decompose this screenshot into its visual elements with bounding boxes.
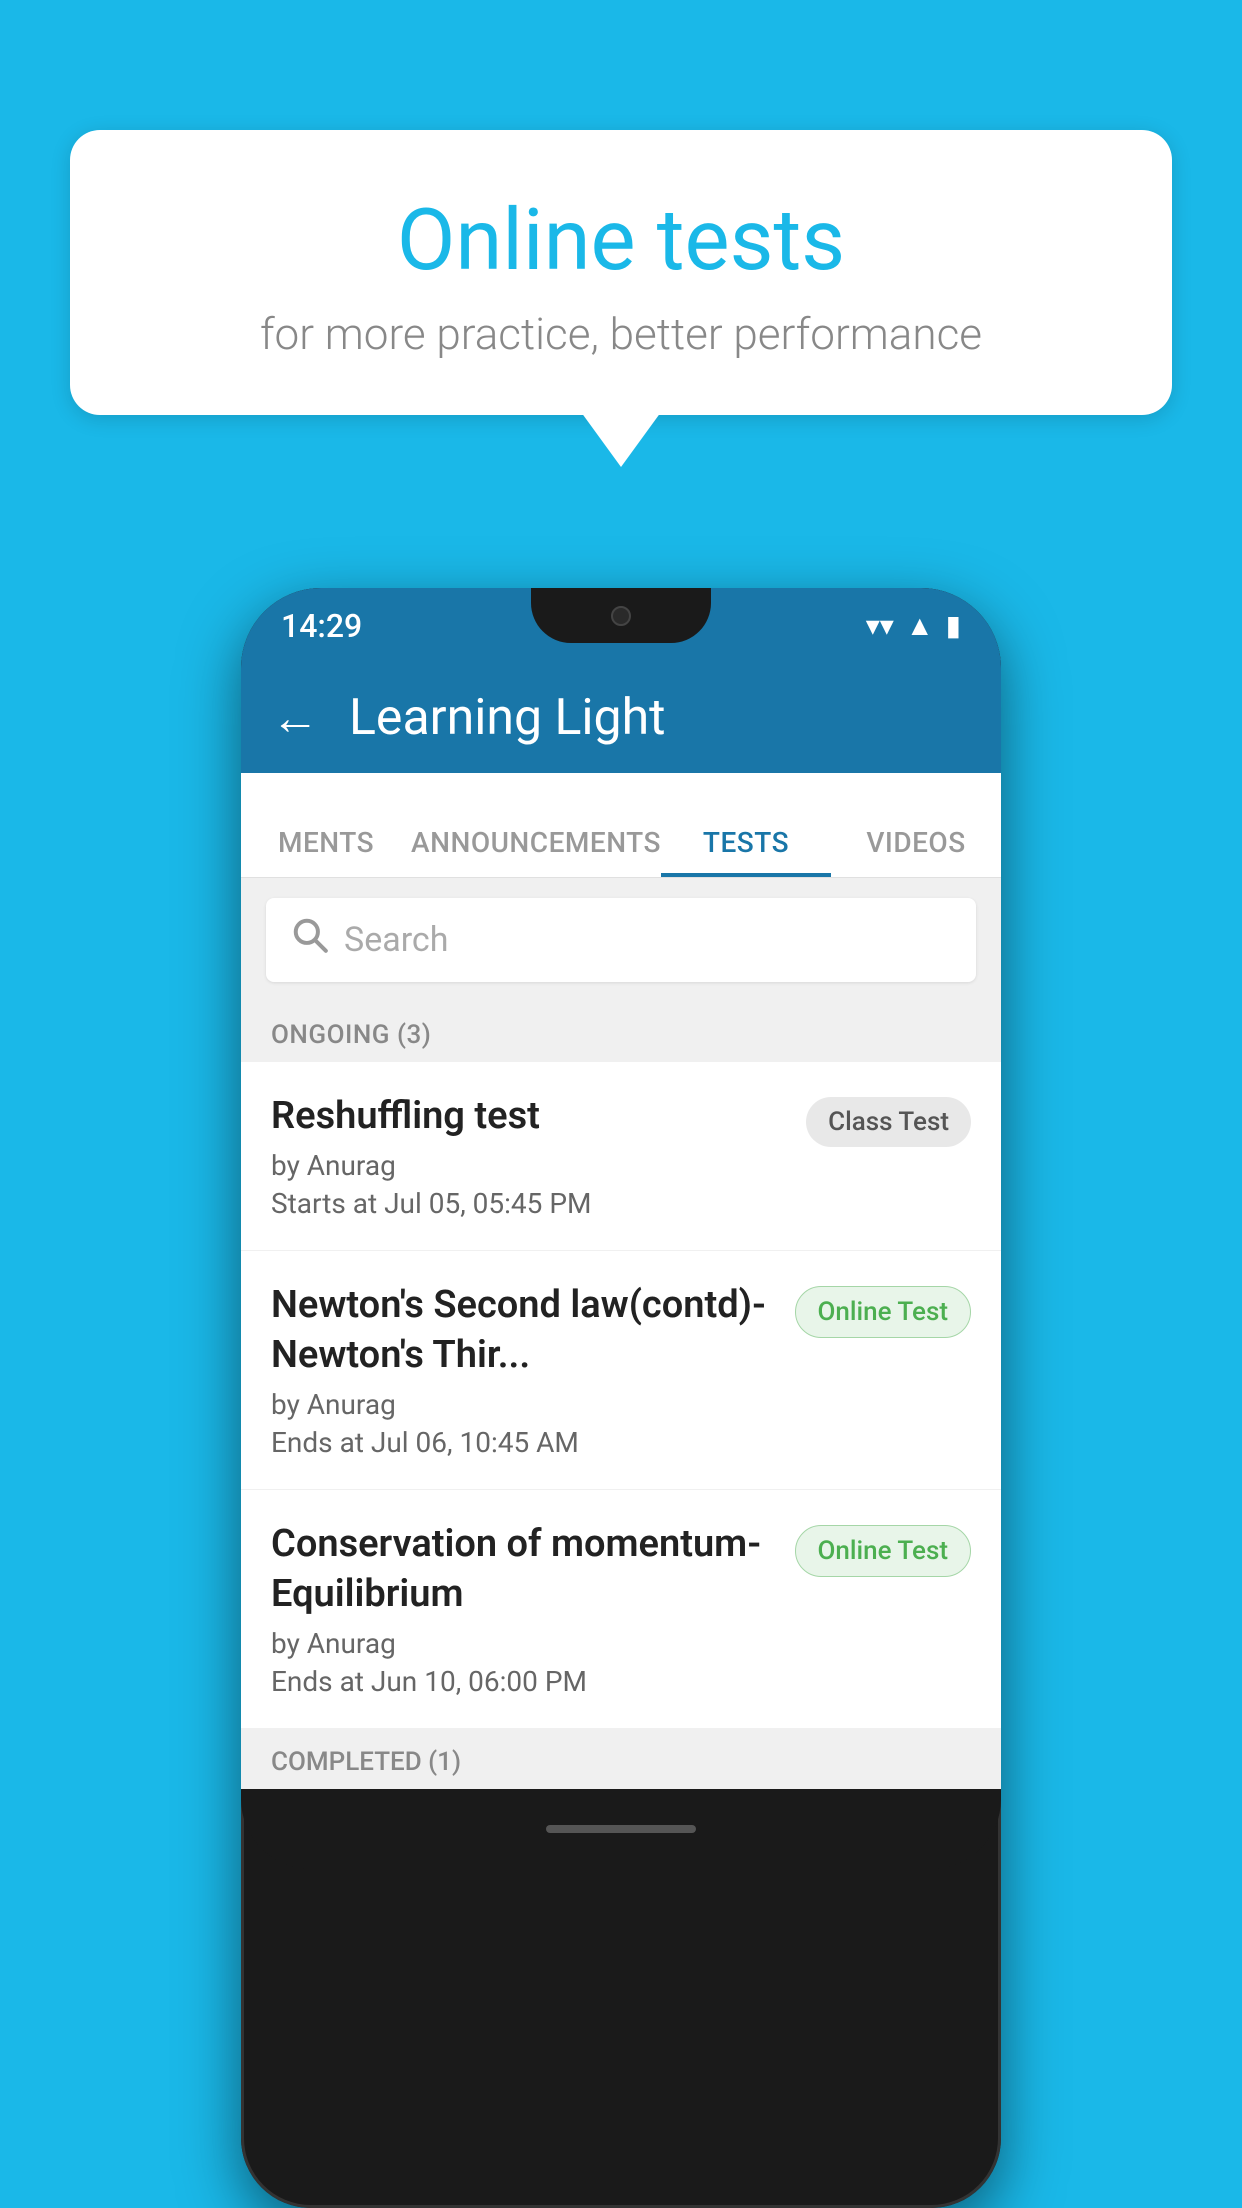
phone-container: 14:29 ▾▾ ▲ ▮ ← Learning Light MENTS [241, 588, 1001, 2208]
phone-bottom [241, 1789, 1001, 1869]
notch [531, 588, 711, 643]
search-bar[interactable]: Search [266, 898, 976, 982]
signal-icon: ▲ [906, 609, 934, 642]
phone-frame: 14:29 ▾▾ ▲ ▮ ← Learning Light MENTS [241, 588, 1001, 2208]
search-placeholder: Search [344, 920, 448, 960]
search-icon [291, 916, 329, 964]
test-info-1: Reshuffling test by Anurag Starts at Jul… [271, 1092, 806, 1220]
bubble-title: Online tests [120, 190, 1122, 290]
app-background: Online tests for more practice, better p… [0, 0, 1242, 2208]
test-time-3: Ends at Jun 10, 06:00 PM [271, 1665, 775, 1698]
tab-ments[interactable]: MENTS [241, 808, 411, 877]
app-bar: ← Learning Light [241, 663, 1001, 773]
test-info-2: Newton's Second law(contd)-Newton's Thir… [271, 1281, 795, 1459]
tab-videos[interactable]: VIDEOS [831, 808, 1001, 877]
speech-bubble: Online tests for more practice, better p… [70, 130, 1172, 415]
status-time: 14:29 [281, 607, 362, 645]
test-item-1[interactable]: Reshuffling test by Anurag Starts at Jul… [241, 1062, 1001, 1251]
wifi-icon: ▾▾ [866, 609, 894, 642]
completed-section-header: COMPLETED (1) [241, 1729, 1001, 1789]
test-badge-3: Online Test [795, 1525, 972, 1577]
tab-announcements[interactable]: ANNOUNCEMENTS [411, 808, 661, 877]
ongoing-section-header: ONGOING (3) [241, 1002, 1001, 1062]
search-container: Search [241, 878, 1001, 1002]
test-badge-1: Class Test [806, 1097, 971, 1147]
test-item-3[interactable]: Conservation of momentum-Equilibrium by … [241, 1490, 1001, 1729]
test-author-1: by Anurag [271, 1149, 786, 1182]
test-author-2: by Anurag [271, 1388, 775, 1421]
test-info-3: Conservation of momentum-Equilibrium by … [271, 1520, 795, 1698]
test-name-1: Reshuffling test [271, 1092, 786, 1141]
camera-icon [611, 606, 631, 626]
status-bar: 14:29 ▾▾ ▲ ▮ [241, 588, 1001, 663]
speech-bubble-container: Online tests for more practice, better p… [70, 130, 1172, 415]
status-icons: ▾▾ ▲ ▮ [866, 609, 961, 642]
tab-tests[interactable]: TESTS [661, 808, 831, 877]
test-time-1: Starts at Jul 05, 05:45 PM [271, 1187, 786, 1220]
test-list: Reshuffling test by Anurag Starts at Jul… [241, 1062, 1001, 1729]
tabs-bar: MENTS ANNOUNCEMENTS TESTS VIDEOS [241, 773, 1001, 878]
home-indicator [546, 1825, 696, 1833]
back-button[interactable]: ← [271, 694, 319, 742]
test-name-3: Conservation of momentum-Equilibrium [271, 1520, 775, 1619]
test-name-2: Newton's Second law(contd)-Newton's Thir… [271, 1281, 775, 1380]
test-author-3: by Anurag [271, 1627, 775, 1660]
test-time-2: Ends at Jul 06, 10:45 AM [271, 1426, 775, 1459]
battery-icon: ▮ [946, 609, 961, 642]
test-badge-2: Online Test [795, 1286, 972, 1338]
bubble-subtitle: for more practice, better performance [120, 308, 1122, 360]
content-area: Search ONGOING (3) Reshuffling test by A… [241, 878, 1001, 1789]
test-item-2[interactable]: Newton's Second law(contd)-Newton's Thir… [241, 1251, 1001, 1490]
app-title: Learning Light [349, 689, 666, 747]
